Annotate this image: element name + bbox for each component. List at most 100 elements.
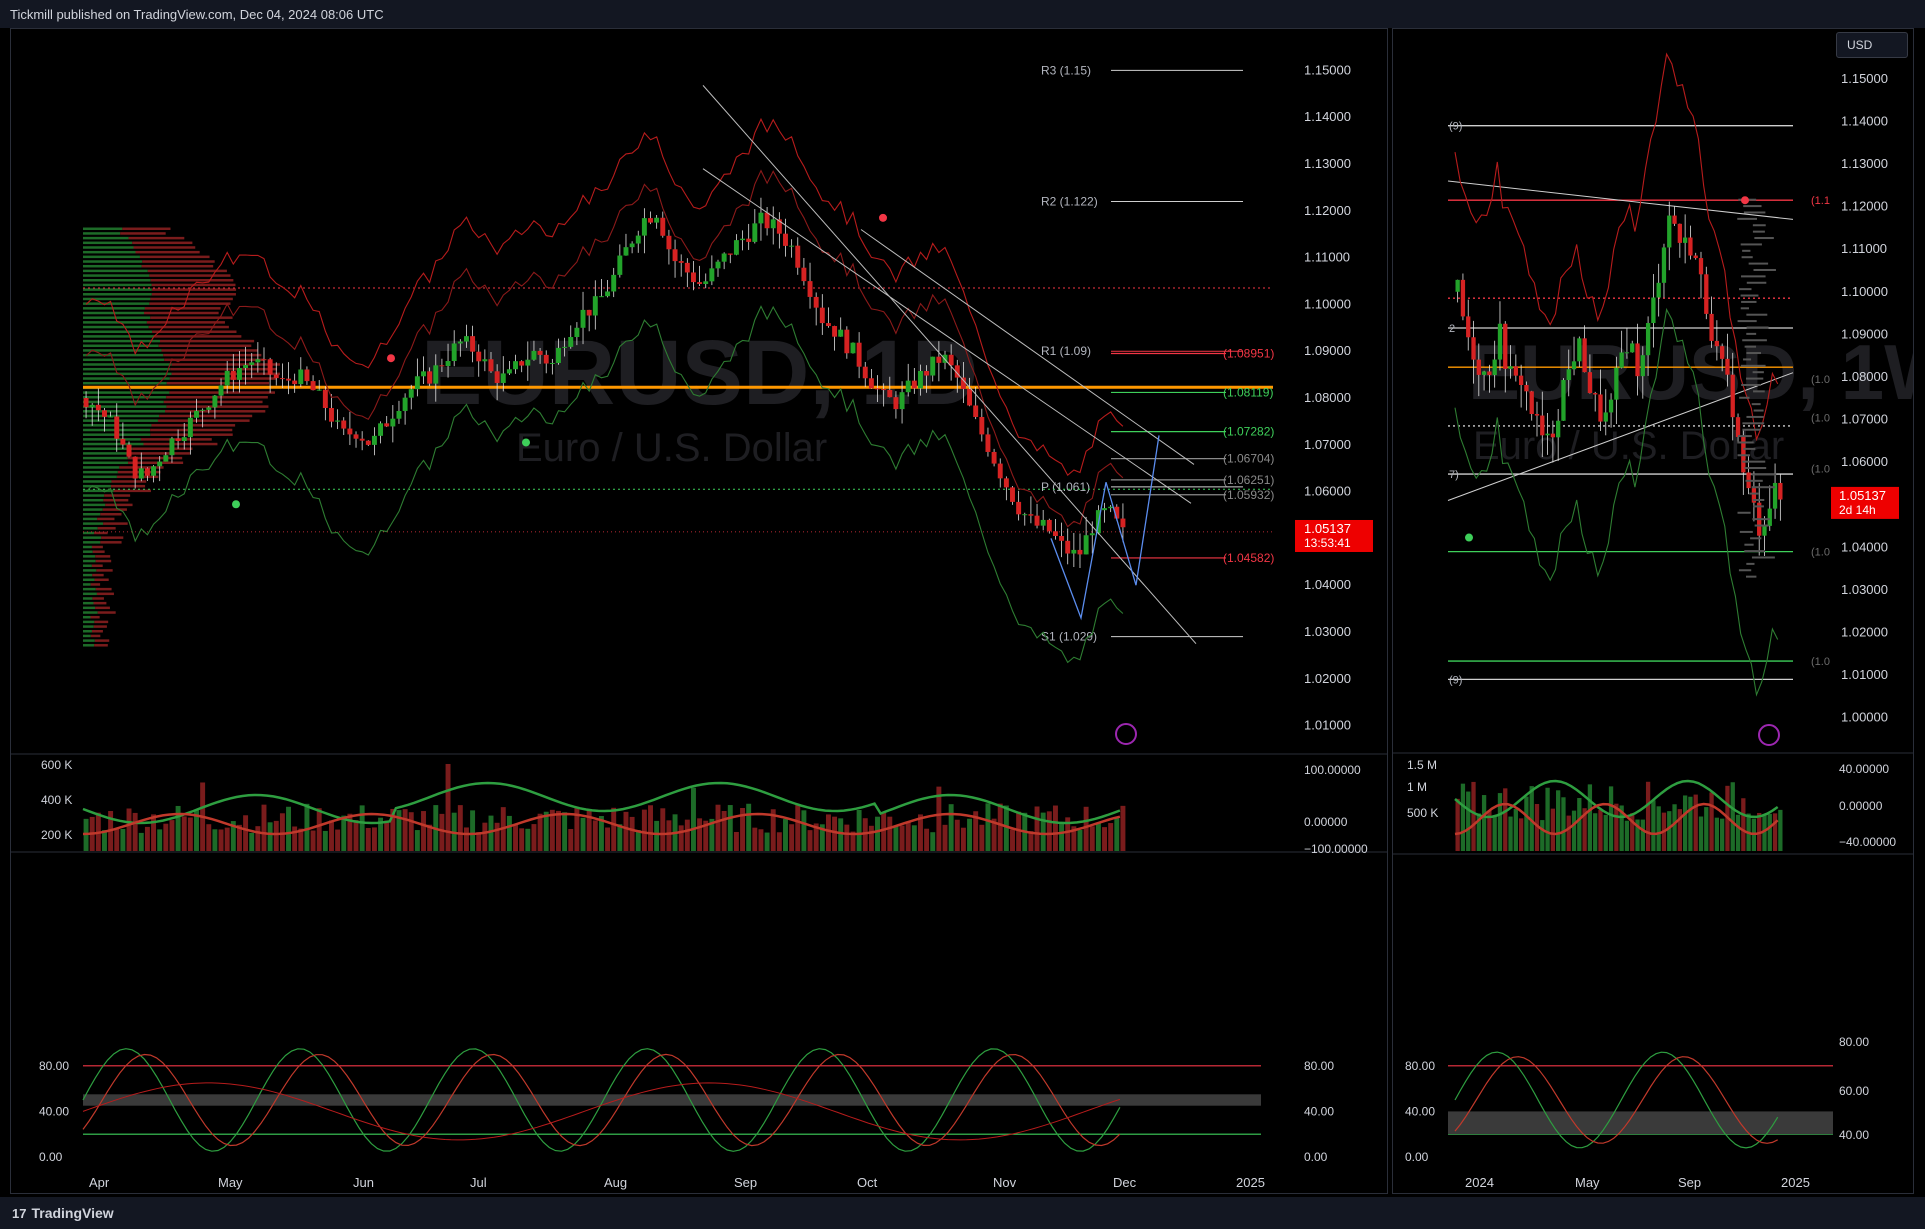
candle-body <box>844 329 850 354</box>
volume-bar <box>960 827 966 851</box>
volume-profile-bar-up <box>83 601 94 605</box>
volume-profile-bar <box>1744 550 1766 553</box>
volume-bar <box>764 832 770 851</box>
candle-body <box>433 365 439 384</box>
candle-body <box>292 380 298 385</box>
candle-body <box>752 223 758 242</box>
candle-body <box>1645 323 1651 356</box>
price-tick-label: 1.11000 <box>1304 250 1350 265</box>
candle-body <box>304 369 310 382</box>
volume-profile-bar-up <box>83 241 133 245</box>
candle-body <box>322 389 328 408</box>
candle-body <box>531 350 537 360</box>
candle-body <box>1545 433 1550 436</box>
volume-profile-bar <box>1752 371 1764 374</box>
currency-button[interactable]: USD <box>1836 32 1908 58</box>
volume-bar <box>1608 786 1614 851</box>
volume-profile-bar-down <box>132 241 193 245</box>
oscillator-tick-label: 100.00000 <box>1304 763 1361 777</box>
volume-profile-bar-down <box>100 541 122 544</box>
tradingview-logo-icon: 17 <box>12 1206 27 1221</box>
stoch-tick-right: 80.00 <box>1839 1035 1869 1049</box>
volume-bar <box>1704 807 1709 851</box>
volume-profile-bar <box>1745 575 1757 578</box>
candle-body <box>973 405 979 417</box>
candle-body <box>592 296 598 316</box>
candle-body <box>261 359 267 361</box>
volume-bar <box>212 829 218 851</box>
volume-profile-bar <box>1737 435 1752 438</box>
candle-body <box>783 233 788 246</box>
tradingview-logo[interactable]: 17 TradingView <box>12 1205 114 1221</box>
candle-body <box>1016 501 1022 515</box>
volume-bar <box>1508 816 1513 851</box>
weekly-chart-panel[interactable]: EURUSD, 1W Euro / U.S. Dollar (9) 2 7) (9) (1.… <box>1392 28 1914 1194</box>
price-tick-label: 1.03000 <box>1304 624 1351 639</box>
volume-bar <box>979 824 985 851</box>
volume-profile-bar-down <box>148 325 229 329</box>
volume-bar <box>1545 787 1550 851</box>
candle-body <box>746 238 752 242</box>
volume-profile-bar <box>1748 262 1769 265</box>
candle-body <box>408 389 414 398</box>
volume-bar <box>488 815 494 851</box>
stoch-tick-right: 60.00 <box>1839 1084 1869 1098</box>
candle-body <box>1577 338 1582 362</box>
candle-body <box>1466 316 1471 338</box>
volume-bar <box>1077 829 1083 851</box>
volume-profile-bar-up <box>83 527 98 530</box>
volume-bar <box>255 826 261 851</box>
volume-bar <box>476 832 482 851</box>
daily-chart-svg[interactable]: EURUSD, 1DEuro / U.S. DollarR3 (1.15)R2 … <box>11 29 1387 1193</box>
volume-profile-bar-down <box>170 367 277 371</box>
volume-profile-bar-up <box>83 480 112 483</box>
volume-profile-bar-up <box>83 316 151 319</box>
volume-profile-bar-up <box>83 606 96 610</box>
candle-body <box>224 370 230 386</box>
candle-body <box>979 416 985 435</box>
volume-bar <box>1651 800 1656 851</box>
signal-dot <box>879 213 887 222</box>
volume-profile-bar-up <box>83 634 91 638</box>
volume-profile-bar <box>1754 237 1774 240</box>
candle-body <box>329 407 334 422</box>
volume-profile-bar <box>1744 467 1767 470</box>
candle-body <box>470 336 476 352</box>
stoch-tick-left: 40.00 <box>39 1104 69 1118</box>
candle-body <box>1083 535 1089 555</box>
candle-body <box>1508 366 1513 369</box>
pivot-label: P (1.061) <box>1041 480 1090 494</box>
volume-profile-bar <box>1752 518 1770 521</box>
candle-body <box>488 359 494 372</box>
volume-profile-bar-up <box>83 592 97 596</box>
candle-body <box>672 249 678 262</box>
candle-body <box>930 356 936 376</box>
volume-profile-bar-down <box>166 405 269 408</box>
volume-bar <box>243 815 249 851</box>
candle-body <box>862 366 868 379</box>
volume-bar <box>746 803 752 851</box>
volume-bar <box>776 832 782 851</box>
volume-profile-bar-down <box>152 330 237 333</box>
candle-body <box>629 243 635 248</box>
candle-body <box>95 404 101 411</box>
volume-bar <box>181 816 187 851</box>
candle-body <box>654 217 660 223</box>
volume-bar <box>273 820 279 851</box>
volume-bar <box>261 804 267 851</box>
candle-body <box>463 336 469 342</box>
volume-profile-bar <box>1749 492 1759 495</box>
candle-body <box>513 361 519 370</box>
candle-body <box>1040 519 1046 526</box>
volume-profile-bar <box>1746 281 1767 284</box>
daily-chart-panel[interactable]: EURUSD, 1D Euro / U.S. Dollar R3 (1.15) R2 … <box>10 28 1388 1194</box>
candle-body <box>1767 508 1772 526</box>
candle-body <box>1518 375 1524 386</box>
price-tick-label: 1.15000 <box>1841 71 1888 86</box>
volume-bar <box>157 829 163 851</box>
volume-profile-bar-down <box>116 475 159 479</box>
volume-profile-bar-down <box>97 611 116 614</box>
volume-bar <box>1518 818 1524 851</box>
weekly-chart-svg[interactable]: EURUSD, 1WEuro / U.S. Dollar(9)27)(9)(1.… <box>1393 29 1913 1193</box>
candle-body <box>825 323 831 327</box>
